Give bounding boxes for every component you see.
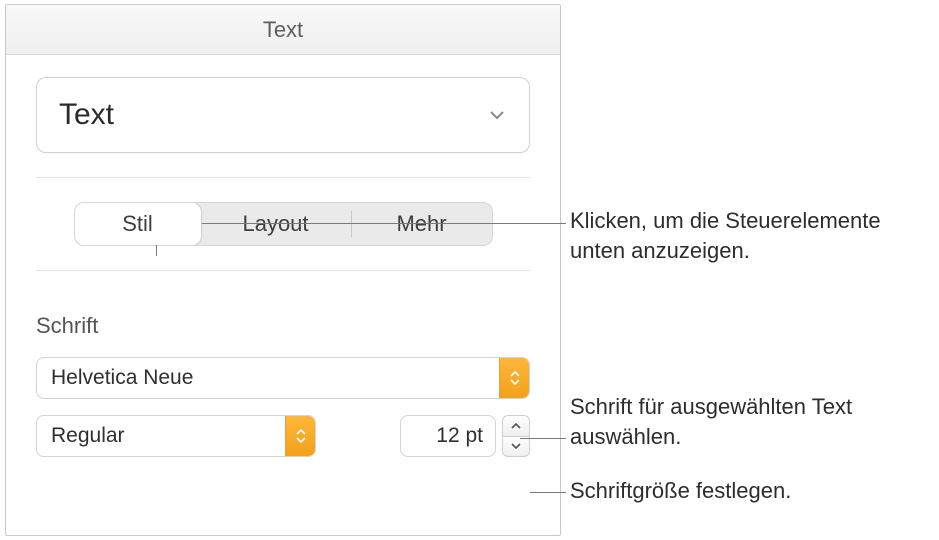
schrift-section-label: Schrift — [36, 313, 530, 339]
panel-title: Text — [6, 5, 560, 55]
font-family-popup[interactable]: Helvetica Neue — [36, 357, 530, 399]
tab-mehr[interactable]: Mehr — [352, 203, 492, 245]
tab-stil[interactable]: Stil — [74, 202, 202, 246]
popup-arrows-icon — [499, 358, 529, 398]
callout-font: Schrift für ausgewählten Text auswählen. — [570, 392, 939, 451]
stepper-up-button[interactable] — [502, 415, 530, 436]
callout-tabs: Klicken, um die Steuerelemente unten anz… — [570, 206, 939, 265]
popup-arrows-icon — [285, 416, 315, 456]
tab-segmented-control: Stil Layout Mehr — [74, 202, 493, 246]
font-size-value: 12 pt — [436, 424, 483, 448]
divider — [36, 177, 530, 178]
font-size-stepper — [502, 415, 530, 457]
callout-size: Schriftgröße festlegen. — [570, 476, 791, 506]
chevron-down-icon — [487, 105, 507, 125]
text-inspector-panel: Text Text Stil Layout Mehr Schrift Helve… — [5, 4, 561, 536]
font-family-value: Helvetica Neue — [51, 366, 193, 390]
font-weight-popup[interactable]: Regular — [36, 415, 316, 457]
callout-leader — [520, 438, 566, 439]
tab-layout[interactable]: Layout — [201, 203, 351, 245]
paragraph-style-label: Text — [59, 98, 114, 132]
callout-leader — [156, 223, 566, 224]
font-size-field[interactable]: 12 pt — [400, 415, 496, 457]
callout-leader — [530, 492, 566, 493]
font-weight-value: Regular — [51, 424, 125, 448]
divider — [36, 270, 530, 271]
paragraph-style-select[interactable]: Text — [36, 77, 530, 153]
